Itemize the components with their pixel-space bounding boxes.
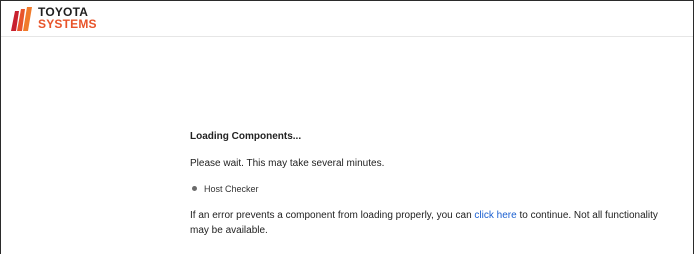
loading-panel: Loading Components... Please wait. This … bbox=[190, 130, 660, 236]
logo-text: TOYOTA SYSTEMS bbox=[38, 6, 97, 30]
error-message: If an error prevents a component from lo… bbox=[190, 208, 660, 238]
component-label: Host Checker bbox=[204, 184, 259, 194]
logo: TOYOTA SYSTEMS bbox=[11, 6, 131, 33]
wait-message: Please wait. This may take several minut… bbox=[190, 158, 385, 169]
bullet-icon bbox=[192, 186, 197, 191]
error-text-before: If an error prevents a component from lo… bbox=[190, 210, 475, 221]
page-frame: TOYOTA SYSTEMS Loading Components... Ple… bbox=[0, 0, 694, 254]
toyota-systems-logo-icon bbox=[11, 7, 32, 31]
header: TOYOTA SYSTEMS bbox=[1, 1, 693, 37]
logo-line-systems: SYSTEMS bbox=[38, 17, 97, 31]
component-list-item: Host Checker bbox=[190, 182, 259, 196]
loading-title: Loading Components... bbox=[190, 131, 302, 142]
click-here-link[interactable]: click here bbox=[474, 210, 516, 221]
